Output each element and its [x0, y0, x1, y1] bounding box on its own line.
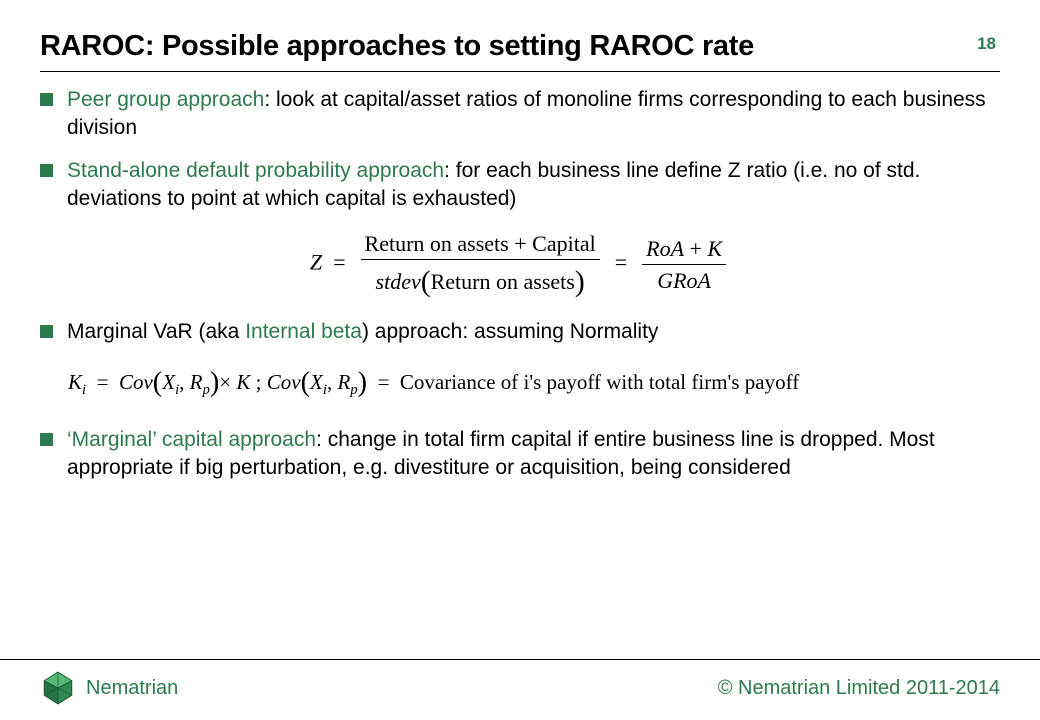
bullet-text: Stand-alone default probability approach… — [67, 157, 1000, 212]
formula-token: RoA — [646, 236, 684, 261]
formula-token: Cov — [119, 370, 153, 394]
formula-token: Z — [310, 250, 322, 275]
formula-token: p — [350, 382, 357, 398]
formula-token: K — [68, 370, 82, 394]
formula-token: × — [219, 370, 231, 394]
formula-token: , — [327, 370, 332, 394]
formula-token: X — [162, 370, 175, 394]
formula-token: ( — [421, 266, 431, 298]
formula-token: = — [97, 370, 109, 394]
slide: RAROC: Possible approaches to setting RA… — [0, 0, 1040, 720]
formula-token: GRoA — [657, 268, 711, 293]
fraction: Return on assets + Capital stdev(Return … — [361, 229, 600, 300]
formula-token: Cov — [267, 370, 301, 394]
bullet-rest: ) approach: assuming Normality — [362, 320, 658, 343]
bullet-text: Peer group approach: look at capital/ass… — [67, 86, 1000, 141]
bullet-icon — [40, 93, 53, 106]
bullet-item: ‘Marginal’ capital approach: change in t… — [40, 426, 1000, 481]
bullet-item: Marginal VaR (aka Internal beta) approac… — [40, 318, 1000, 346]
bullet-pre: Marginal VaR (aka — [67, 320, 245, 343]
slide-title: RAROC: Possible approaches to setting RA… — [40, 30, 754, 63]
copyright: © Nematrian Limited 2011-2014 — [718, 677, 1000, 700]
formula-token: + — [514, 231, 526, 256]
formula-token: R — [337, 370, 350, 394]
formula-token: R — [190, 370, 203, 394]
formula-token: p — [202, 382, 209, 398]
formula-token: stdev — [376, 269, 421, 294]
formula-token: ( — [301, 367, 310, 398]
brand: Nematrian — [40, 670, 178, 706]
bullet-icon — [40, 164, 53, 177]
slide-content: Peer group approach: look at capital/ass… — [40, 86, 1000, 482]
formula-token: Return on assets — [431, 269, 575, 294]
bullet-item: Peer group approach: look at capital/ass… — [40, 86, 1000, 141]
formula-token: ) — [575, 266, 585, 298]
formula-token: Return on assets — [365, 231, 509, 256]
bullet-icon — [40, 325, 53, 338]
formula-z: Z = Return on assets + Capital stdev(Ret… — [40, 229, 1000, 300]
formula-token: K — [236, 370, 250, 394]
slide-header: RAROC: Possible approaches to setting RA… — [40, 30, 1000, 69]
bullet-lead: Stand-alone default probability approach — [67, 159, 444, 182]
bullet-item: Stand-alone default probability approach… — [40, 157, 1000, 212]
formula-token: X — [310, 370, 323, 394]
formula-token: Capital — [532, 231, 596, 256]
formula-token: K — [707, 236, 722, 261]
formula-token: ) — [358, 367, 367, 398]
bullet-icon — [40, 433, 53, 446]
slide-footer: Nematrian © Nematrian Limited 2011-2014 — [0, 659, 1040, 720]
formula-token: = — [615, 250, 627, 275]
formula-token: , — [179, 370, 184, 394]
formula-token: i — [82, 382, 86, 398]
bullet-lead: Peer group approach — [67, 88, 264, 111]
formula-token: ) — [210, 367, 219, 398]
bullet-lead: Internal beta — [245, 320, 362, 343]
header-rule — [40, 71, 1000, 72]
formula-token: + — [690, 236, 702, 261]
formula-token: ; — [256, 370, 267, 394]
formula-token: ( — [153, 367, 162, 398]
formula-token: = — [378, 370, 390, 394]
brand-name: Nematrian — [86, 677, 178, 700]
bullet-text: Marginal VaR (aka Internal beta) approac… — [67, 318, 1000, 346]
formula-ki: Ki = Cov(Xi, Rp)× K ; Cov(Xi, Rp) = Cova… — [68, 362, 1000, 401]
logo-icon — [40, 670, 76, 706]
bullet-text: ‘Marginal’ capital approach: change in t… — [67, 426, 1000, 481]
formula-token: = — [333, 250, 345, 275]
fraction: RoA + K GRoA — [642, 234, 726, 295]
formula-token: Covariance of i's payoff with total firm… — [400, 370, 799, 394]
page-number: 18 — [977, 34, 996, 54]
bullet-lead: ‘Marginal’ capital approach — [67, 428, 316, 451]
